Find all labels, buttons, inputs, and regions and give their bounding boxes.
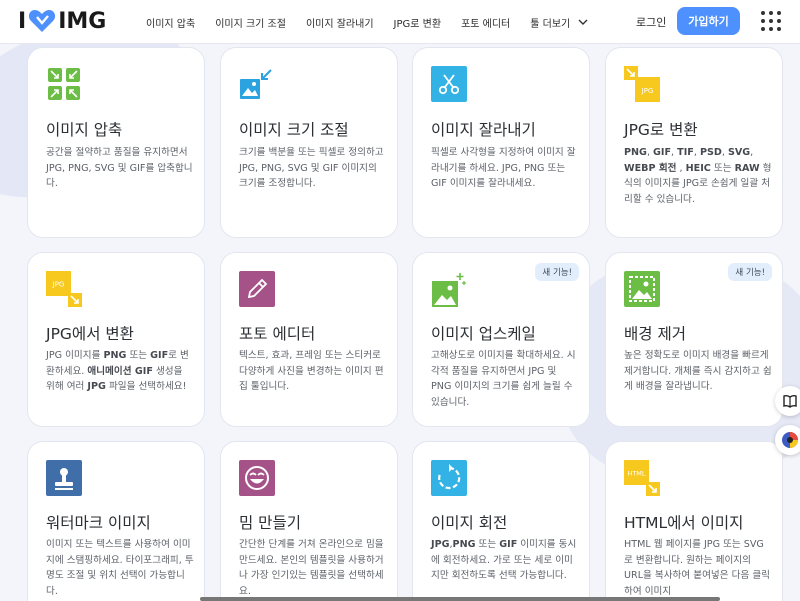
signup-button[interactable]: 가입하기 — [677, 7, 740, 35]
horizontal-scrollbar[interactable] — [200, 597, 720, 601]
svg-text:JPG: JPG — [52, 281, 65, 289]
card-html-to-image[interactable]: HTML HTML에서 이미지 HTML 웹 페이지를 JPG 또는 SVG로 … — [605, 441, 783, 601]
card-description: 텍스트, 효과, 프레임 또는 스티커로 다양하게 사진을 변경하는 이미지 편… — [239, 350, 384, 392]
card-title: 이미지 크기 조절 — [239, 121, 349, 139]
card-title: 이미지 압축 — [46, 121, 123, 139]
rotate-icon — [431, 460, 467, 496]
main-nav: 이미지 압축 이미지 크기 조절 이미지 잘라내기 JPG로 변환 포토 에디터… — [146, 0, 608, 44]
card-description: 픽셀로 사각형을 지정하여 이미지 잘라내기를 하세요. JPG, PNG 또는… — [431, 147, 576, 189]
card-title: JPG에서 변환 — [46, 325, 134, 343]
nav-more-label: 툴 더보기 — [530, 18, 571, 30]
card-resize[interactable]: 이미지 크기 조절 크기를 백분율 또는 픽셀로 정의하고 JPG, PNG, … — [220, 47, 398, 238]
upscale-icon — [432, 273, 466, 307]
card-description: PNG, GIF, TIF, PSD, SVG, WEBP 회전 , HEIC … — [624, 147, 772, 205]
convert-to-jpg-icon: JPG — [624, 66, 660, 102]
card-description: 공간을 절약하고 품질을 유지하면서 JPG, PNG, SVG 및 GIF를 … — [46, 147, 193, 189]
nav-compress[interactable]: 이미지 압축 — [146, 15, 195, 30]
svg-text:JPG: JPG — [641, 87, 654, 95]
card-description: 이미지 또는 텍스트를 사용하여 이미지에 스탬핑하세요. 타이포그래피, 투명… — [46, 539, 194, 597]
nav-more-tools[interactable]: 툴 더보기 — [530, 15, 588, 30]
remove-background-icon — [624, 271, 660, 307]
card-description: 간단한 단계를 거쳐 온라인으로 밈을 만드세요. 본인의 템플릿을 사용하거나… — [239, 539, 384, 597]
new-feature-badge: 새 기능! — [535, 263, 579, 281]
card-convert-from-jpg[interactable]: JPG JPG에서 변환 JPG 이미지를 PNG 또는 GIF로 변환하세요.… — [27, 252, 205, 427]
book-icon — [783, 394, 797, 408]
card-title: JPG로 변환 — [624, 121, 698, 139]
heart-icon — [29, 10, 56, 32]
nav-crop[interactable]: 이미지 잘라내기 — [306, 15, 374, 30]
card-description: 높은 정확도로 이미지 배경을 빠르게 제거합니다. 개체를 즉시 감지하고 쉽… — [624, 350, 772, 392]
card-title: 이미지 업스케일 — [431, 325, 536, 343]
card-title: HTML에서 이미지 — [624, 514, 744, 532]
card-watermark[interactable]: 워터마크 이미지 이미지 또는 텍스트를 사용하여 이미지에 스탬핑하세요. 타… — [27, 441, 205, 601]
logo-i: I — [18, 8, 27, 34]
card-title: 밈 만들기 — [239, 514, 301, 532]
nav-convert-jpg[interactable]: JPG로 변환 — [394, 15, 442, 30]
color-wheel-icon — [782, 432, 798, 448]
apps-grid-icon[interactable] — [760, 10, 782, 32]
html-to-image-icon: HTML — [624, 460, 660, 496]
watermark-icon — [46, 460, 82, 496]
card-photo-editor[interactable]: 포토 에디터 텍스트, 효과, 프레임 또는 스티커로 다양하게 사진을 변경하… — [220, 252, 398, 427]
logo-img: IMG — [58, 8, 107, 34]
card-title: 이미지 잘라내기 — [431, 121, 536, 139]
iloveimg-logo[interactable]: I IMG — [18, 8, 106, 34]
card-remove-background[interactable]: 새 기능! 배경 제거 높은 정확도로 이미지 배경을 빠르게 제거합니다. 개… — [605, 252, 783, 427]
crop-icon — [431, 66, 467, 102]
tool-cards-grid: 이미지 압축 공간을 절약하고 품질을 유지하면서 JPG, PNG, SVG … — [0, 0, 800, 601]
floating-book-button[interactable] — [775, 386, 800, 416]
new-feature-badge: 새 기능! — [728, 263, 772, 281]
login-link[interactable]: 로그인 — [636, 14, 666, 30]
chevron-down-icon — [578, 19, 588, 25]
card-description: JPG 이미지를 PNG 또는 GIF로 변환하세요. 애니메이션 GIF 생성… — [46, 350, 189, 392]
card-description: HTML 웹 페이지를 JPG 또는 SVG로 변환합니다. 원하는 페이지의 … — [624, 539, 770, 597]
card-upscale[interactable]: 새 기능! 이미지 업스케일 고해상도로 이미지를 확대하세요. 시각적 품질을… — [412, 252, 590, 427]
card-title: 이미지 회전 — [431, 514, 508, 532]
card-title: 배경 제거 — [624, 325, 686, 343]
meme-icon — [239, 460, 275, 496]
card-description: 크기를 백분율 또는 픽셀로 정의하고 JPG, PNG, SVG 및 GIF … — [239, 147, 384, 189]
resize-icon — [240, 69, 272, 99]
card-title: 워터마크 이미지 — [46, 514, 151, 532]
convert-from-jpg-icon: JPG — [46, 271, 82, 307]
card-crop[interactable]: 이미지 잘라내기 픽셀로 사각형을 지정하여 이미지 잘라내기를 하세요. JP… — [412, 47, 590, 238]
compress-icon — [48, 68, 80, 100]
card-meme[interactable]: 밈 만들기 간단한 단계를 거쳐 온라인으로 밈을 만드세요. 본인의 템플릿을… — [220, 441, 398, 601]
top-navigation-bar: I IMG 이미지 압축 이미지 크기 조절 이미지 잘라내기 JPG로 변환 … — [0, 0, 800, 44]
card-compress[interactable]: 이미지 압축 공간을 절약하고 품질을 유지하면서 JPG, PNG, SVG … — [27, 47, 205, 238]
nav-resize[interactable]: 이미지 크기 조절 — [215, 15, 286, 30]
photo-editor-icon — [239, 271, 275, 307]
card-description: 고해상도로 이미지를 확대하세요. 시각적 품질을 유지하면서 JPG 및 PN… — [431, 350, 576, 408]
svg-text:HTML: HTML — [627, 470, 645, 478]
card-convert-to-jpg[interactable]: JPG JPG로 변환 PNG, GIF, TIF, PSD, SVG, WEB… — [605, 47, 783, 238]
floating-extension-button[interactable] — [775, 425, 800, 455]
card-description: JPG,PNG 또는 GIF 이미지를 동시에 회전하세요. 가로 또는 세로 … — [431, 539, 577, 581]
nav-photo-editor[interactable]: 포토 에디터 — [461, 15, 510, 30]
card-title: 포토 에디터 — [239, 325, 316, 343]
card-rotate[interactable]: 이미지 회전 JPG,PNG 또는 GIF 이미지를 동시에 회전하세요. 가로… — [412, 441, 590, 601]
